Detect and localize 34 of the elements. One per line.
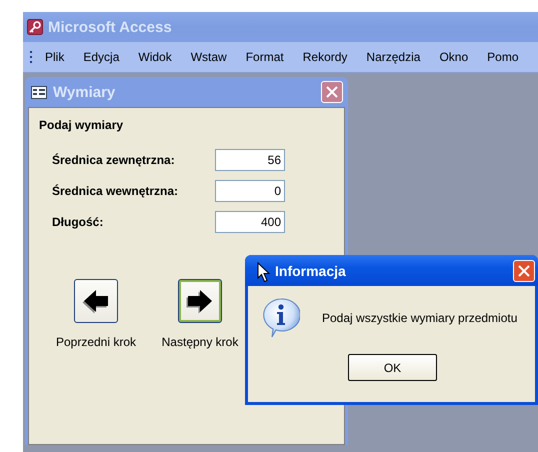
grip-icon[interactable]	[30, 50, 33, 64]
window-title: Microsoft Access	[48, 18, 172, 36]
menu-item[interactable]: Edycja	[83, 50, 120, 64]
next-button[interactable]	[178, 279, 222, 323]
menu-item[interactable]: Pomo	[487, 50, 518, 64]
input-field[interactable]: 400	[215, 211, 285, 233]
field-label: Średnica wewnętrzna:	[52, 184, 180, 198]
menu-item[interactable]: Plik	[45, 50, 64, 64]
close-icon	[326, 86, 338, 98]
key-icon	[27, 19, 43, 35]
form-icon	[31, 86, 47, 98]
field-label: Długość:	[52, 215, 104, 229]
button-label: Następny krok	[162, 335, 238, 349]
info-icon	[262, 298, 300, 338]
close-button[interactable]	[321, 81, 343, 103]
mouse-pointer-icon	[257, 262, 271, 283]
close-button[interactable]	[513, 260, 535, 282]
close-icon	[518, 264, 530, 276]
button-label: Poprzedni krok	[56, 335, 136, 349]
field-label: Średnica zewnętrzna:	[52, 153, 176, 167]
menu-item[interactable]: Rekordy	[302, 50, 348, 64]
menu-item[interactable]: Okno	[439, 50, 468, 64]
menu-item[interactable]: Wstaw	[190, 50, 227, 64]
form-title: Wymiary	[53, 84, 116, 100]
dialog-title: Informacja	[275, 262, 346, 278]
back-button[interactable]	[74, 279, 118, 323]
ok-button[interactable]: OK	[348, 354, 437, 381]
menu-item[interactable]: Format	[246, 50, 284, 64]
dialog-message: Podaj wszystkie wymiary przedmiotu	[322, 311, 518, 325]
menu-item[interactable]: Widok	[138, 50, 172, 64]
input-field[interactable]: 0	[215, 180, 285, 202]
form-heading: Podaj wymiary	[39, 118, 124, 132]
menu-item[interactable]: Narzędzia	[366, 50, 420, 64]
input-field[interactable]: 56	[215, 149, 285, 171]
